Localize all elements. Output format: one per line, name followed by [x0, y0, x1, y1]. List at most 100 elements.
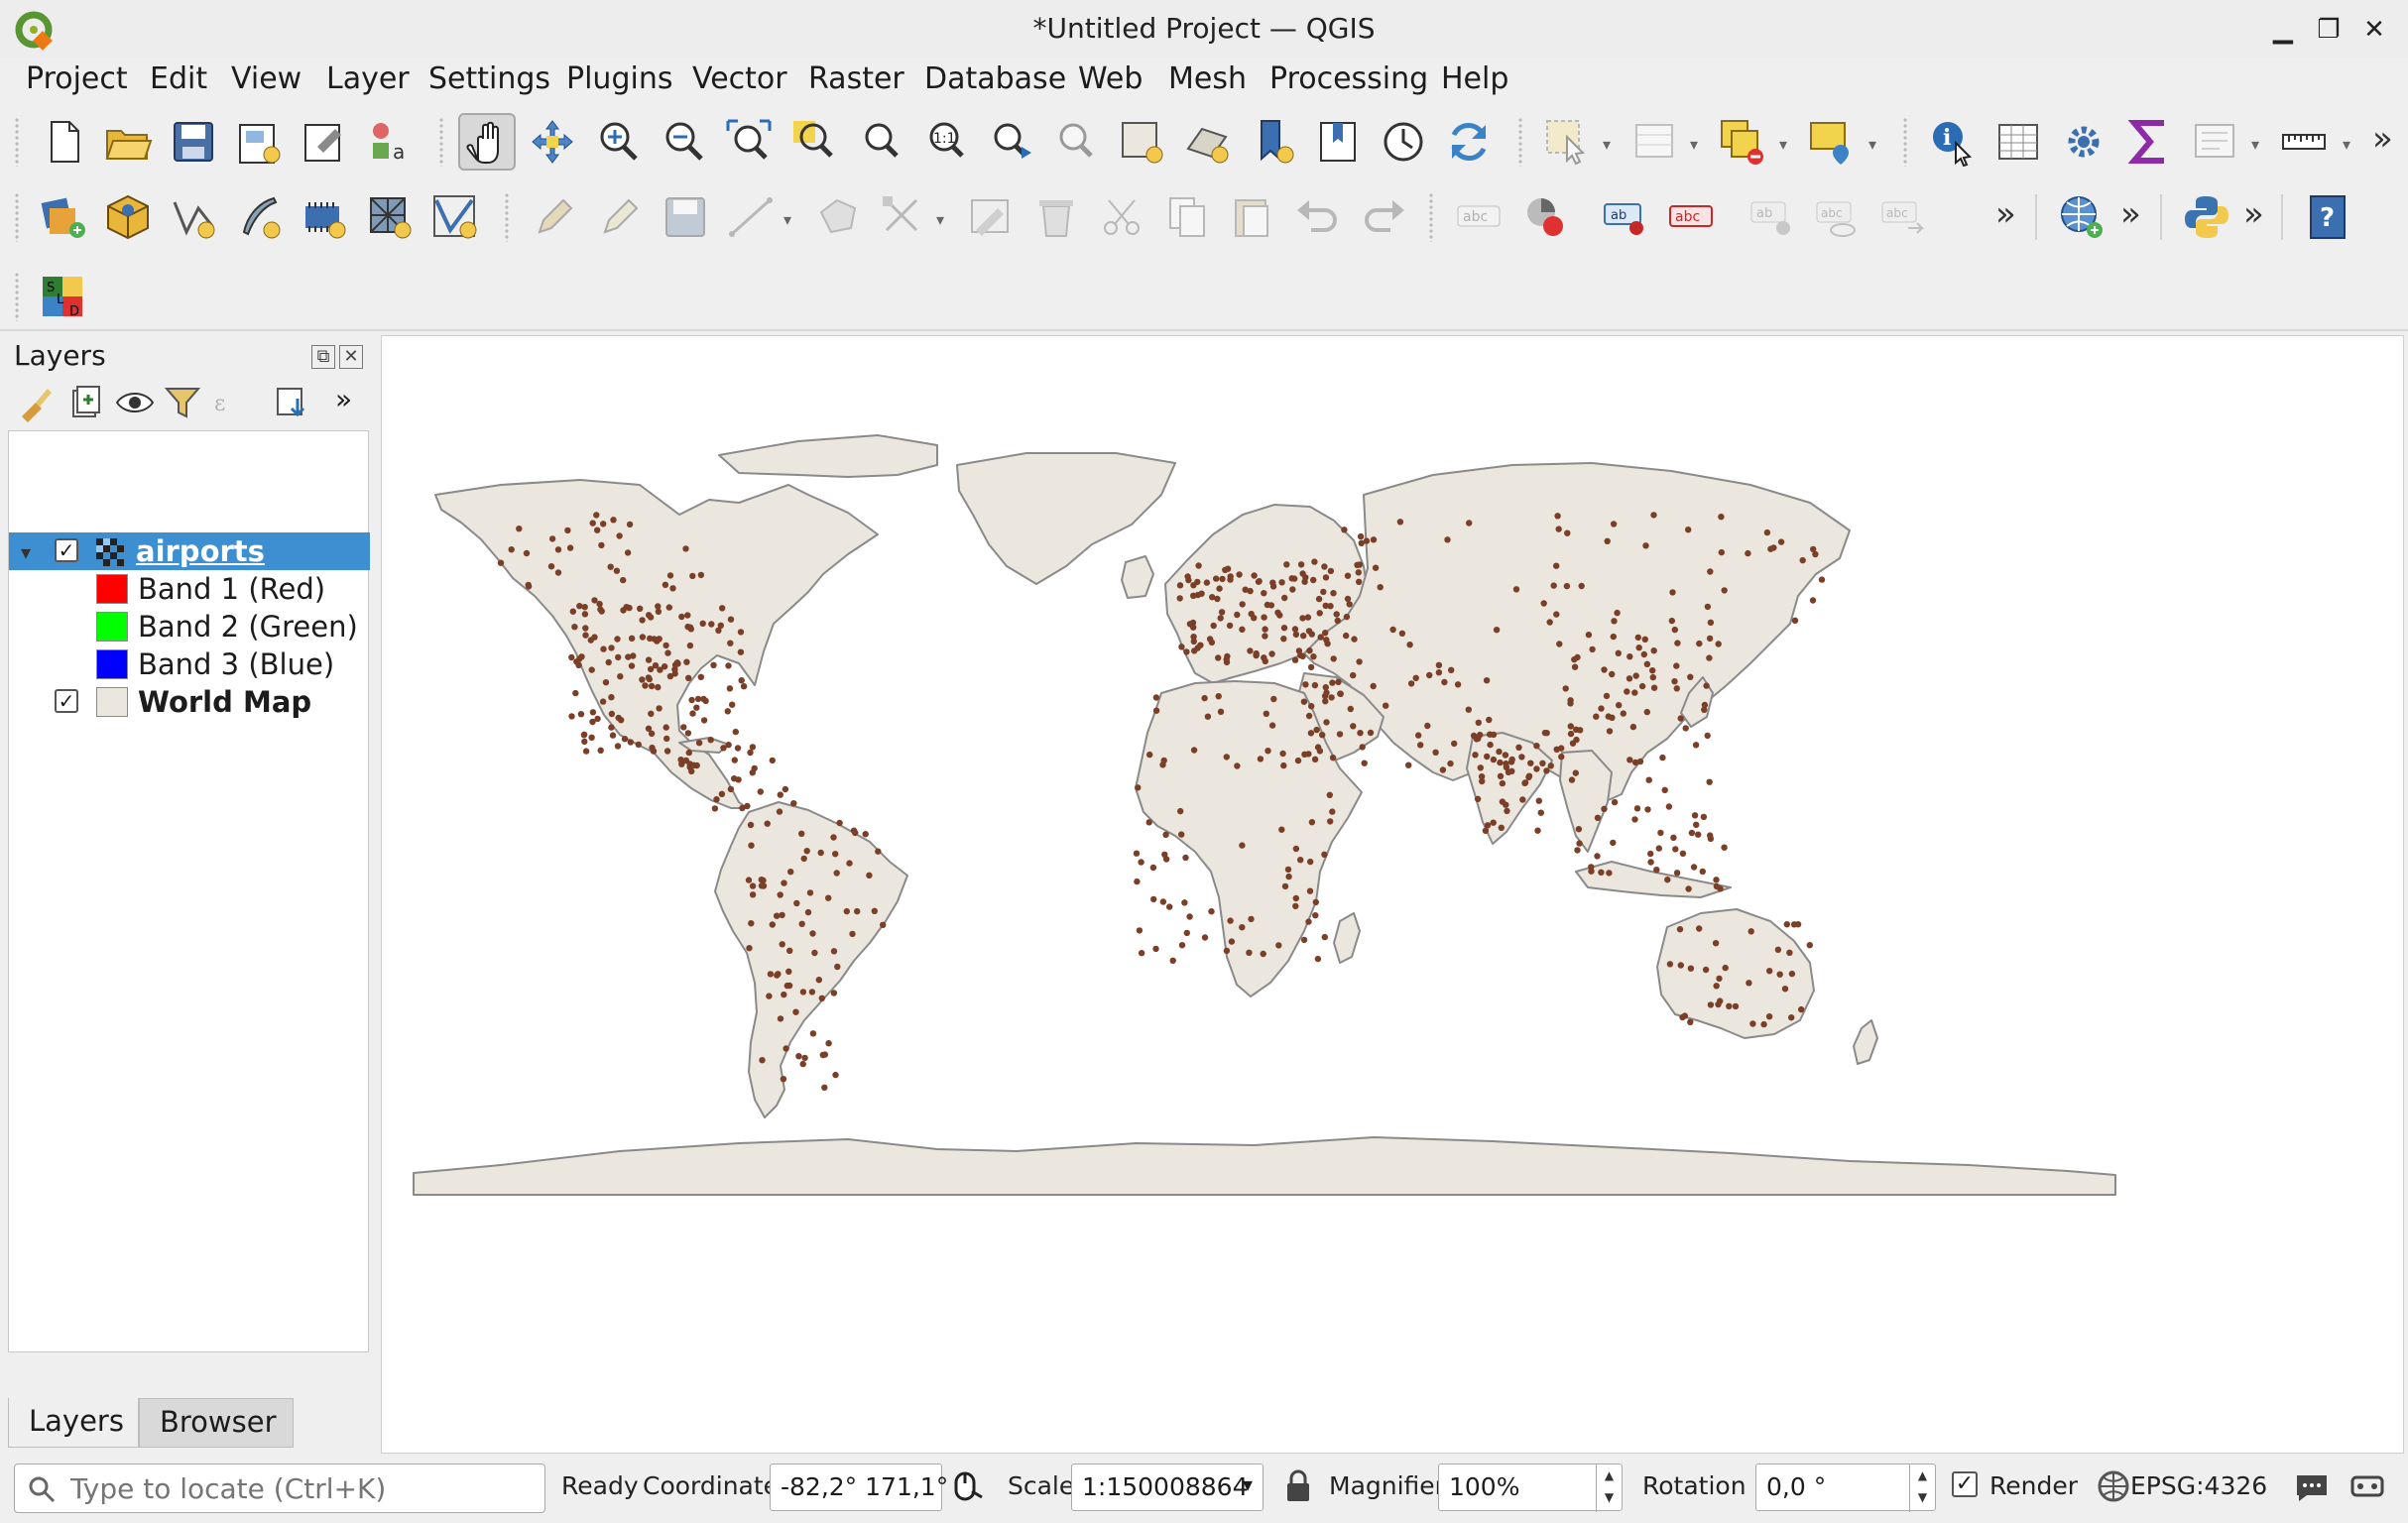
layer-visibility-checkbox[interactable]: ✓: [55, 538, 78, 562]
layer-row-world-map[interactable]: ✓ World Map: [9, 683, 370, 721]
new-map-view-icon[interactable]: [1113, 113, 1170, 171]
show-hide-labels-icon[interactable]: ab: [1744, 188, 1801, 246]
toolbar-grip[interactable]: [1902, 117, 1908, 167]
rotation-spinbox[interactable]: 0,0 ° ▲ ▼: [1755, 1464, 1936, 1512]
select-features-icon[interactable]: [1539, 113, 1597, 171]
add-polygon-icon[interactable]: [809, 188, 867, 246]
vertex-tool-icon[interactable]: [875, 188, 932, 246]
menu-plugins[interactable]: Plugins: [566, 61, 672, 96]
help-contents-icon[interactable]: ?: [2299, 188, 2356, 246]
new-project-icon[interactable]: [36, 113, 93, 171]
zoom-in-icon[interactable]: [589, 113, 647, 171]
plugin-manager-icon[interactable]: [2348, 1467, 2386, 1505]
pan-to-selection-icon[interactable]: [524, 113, 581, 171]
zoom-native-resolution-icon[interactable]: 1:1: [916, 113, 974, 171]
filter-by-expression-icon[interactable]: ε: [210, 383, 250, 422]
menu-settings[interactable]: Settings: [428, 61, 550, 96]
layer-diagram-icon[interactable]: [1517, 188, 1575, 246]
new-spatialite-layer-icon[interactable]: [230, 188, 288, 246]
sld-plugin-icon[interactable]: SLD: [34, 268, 91, 325]
open-project-icon[interactable]: [99, 113, 157, 171]
zoom-last-icon[interactable]: [982, 113, 1039, 171]
toolbar-grip[interactable]: [14, 272, 20, 321]
locator-input[interactable]: [70, 1470, 527, 1506]
save-project-icon[interactable]: [165, 113, 222, 171]
save-layer-edits-icon[interactable]: [657, 188, 714, 246]
modify-attributes-icon[interactable]: [962, 188, 1020, 246]
map-canvas[interactable]: [381, 335, 2404, 1454]
edits-pencil-icon[interactable]: [526, 188, 583, 246]
style-manager-icon[interactable]: a: [361, 113, 419, 171]
redo-icon[interactable]: [1355, 188, 1412, 246]
layer-row-airports[interactable]: ▾ ✓ airports: [9, 532, 370, 570]
close-panel-button[interactable]: ✕: [339, 345, 363, 369]
toolbar-grip[interactable]: [438, 117, 444, 167]
dropdown-arrow-icon[interactable]: ▾: [783, 210, 791, 229]
float-panel-button[interactable]: ⧉: [311, 345, 335, 369]
new-geopackage-layer-icon[interactable]: [99, 188, 157, 246]
style-layer-icon[interactable]: [16, 383, 56, 422]
menu-raster[interactable]: Raster: [808, 61, 904, 96]
magnifier-spinbox[interactable]: 100% ▲ ▼: [1438, 1464, 1623, 1512]
toolbar-grip[interactable]: [1517, 117, 1523, 167]
paste-features-icon[interactable]: [1224, 188, 1281, 246]
refresh-icon[interactable]: [1440, 113, 1498, 171]
toolbar-overflow-icon[interactable]: »: [1995, 194, 2016, 234]
measure-line-icon[interactable]: [2275, 113, 2333, 171]
zoom-to-layer-icon[interactable]: [851, 113, 908, 171]
menu-database[interactable]: Database: [924, 61, 1066, 96]
restore-button[interactable]: ❐: [2311, 12, 2347, 48]
new-shapefile-layer-icon[interactable]: [165, 188, 222, 246]
render-checkbox[interactable]: ✓: [1952, 1471, 1978, 1497]
identify-features-icon[interactable]: i: [1924, 113, 1982, 171]
highlight-pinned-labels-icon[interactable]: ab: [1597, 188, 1654, 246]
menu-project[interactable]: Project: [26, 61, 128, 96]
layer-visibility-checkbox[interactable]: ✓: [55, 689, 78, 713]
zoom-to-selection-icon[interactable]: [785, 113, 843, 171]
magnifier-spin-buttons[interactable]: ▲ ▼: [1596, 1464, 1622, 1512]
menu-help[interactable]: Help: [1441, 61, 1508, 96]
web-services-globe-icon[interactable]: [2053, 188, 2110, 246]
layers-toolbar-overflow-icon[interactable]: »: [335, 383, 352, 415]
copy-features-icon[interactable]: [1158, 188, 1216, 246]
zoom-out-icon[interactable]: [655, 113, 712, 171]
cut-features-icon[interactable]: [1093, 188, 1150, 246]
add-group-icon[interactable]: [65, 383, 105, 422]
manage-visibility-eye-icon[interactable]: [115, 383, 155, 422]
minimize-button[interactable]: ▁: [2265, 12, 2301, 48]
dropdown-arrow-icon[interactable]: ▾: [936, 210, 944, 229]
dropdown-arrow-icon[interactable]: ▾: [1690, 135, 1698, 154]
data-source-manager-icon[interactable]: [36, 188, 93, 246]
processing-toolbox-icon[interactable]: [2055, 113, 2112, 171]
new-temporary-layer-icon[interactable]: [296, 188, 353, 246]
spin-up-icon[interactable]: ▲: [1597, 1464, 1622, 1486]
tab-layers[interactable]: Layers: [8, 1398, 139, 1448]
dropdown-arrow-icon[interactable]: ▾: [2343, 135, 2350, 154]
dropdown-arrow-icon[interactable]: ▾: [2251, 135, 2259, 154]
new-print-layout-icon[interactable]: [230, 113, 288, 171]
spin-down-icon[interactable]: ▼: [1910, 1486, 1935, 1508]
undo-icon[interactable]: [1289, 188, 1347, 246]
toolbar-grip[interactable]: [14, 117, 20, 167]
python-console-icon[interactable]: [2178, 188, 2235, 246]
close-button[interactable]: ✕: [2356, 12, 2392, 48]
zoom-next-icon[interactable]: [1047, 113, 1105, 171]
zoom-full-icon[interactable]: [720, 113, 778, 171]
messages-icon[interactable]: [2293, 1467, 2331, 1505]
world-map[interactable]: [382, 336, 2405, 1455]
crs-globe-icon[interactable]: [2095, 1467, 2132, 1505]
change-label-icon[interactable]: abc: [1874, 188, 1932, 246]
deselect-all-icon[interactable]: [1714, 113, 1771, 171]
dropdown-arrow-icon[interactable]: ▾: [1868, 135, 1876, 154]
layer-labeling-icon[interactable]: abc: [1450, 188, 1507, 246]
menu-layer[interactable]: Layer: [326, 61, 410, 96]
dropdown-arrow-icon[interactable]: ▾: [1603, 135, 1611, 154]
delete-selected-icon[interactable]: [1027, 188, 1085, 246]
menu-processing[interactable]: Processing: [1269, 61, 1428, 96]
coordinate-field[interactable]: -82,2° 171,1°: [770, 1464, 948, 1511]
new-mesh-layer-icon[interactable]: [426, 188, 484, 246]
toolbar-grip[interactable]: [14, 192, 20, 242]
toolbar-grip[interactable]: [504, 192, 510, 242]
toggle-extents-mouse-icon[interactable]: [948, 1467, 986, 1505]
filter-legend-icon[interactable]: [163, 383, 202, 422]
